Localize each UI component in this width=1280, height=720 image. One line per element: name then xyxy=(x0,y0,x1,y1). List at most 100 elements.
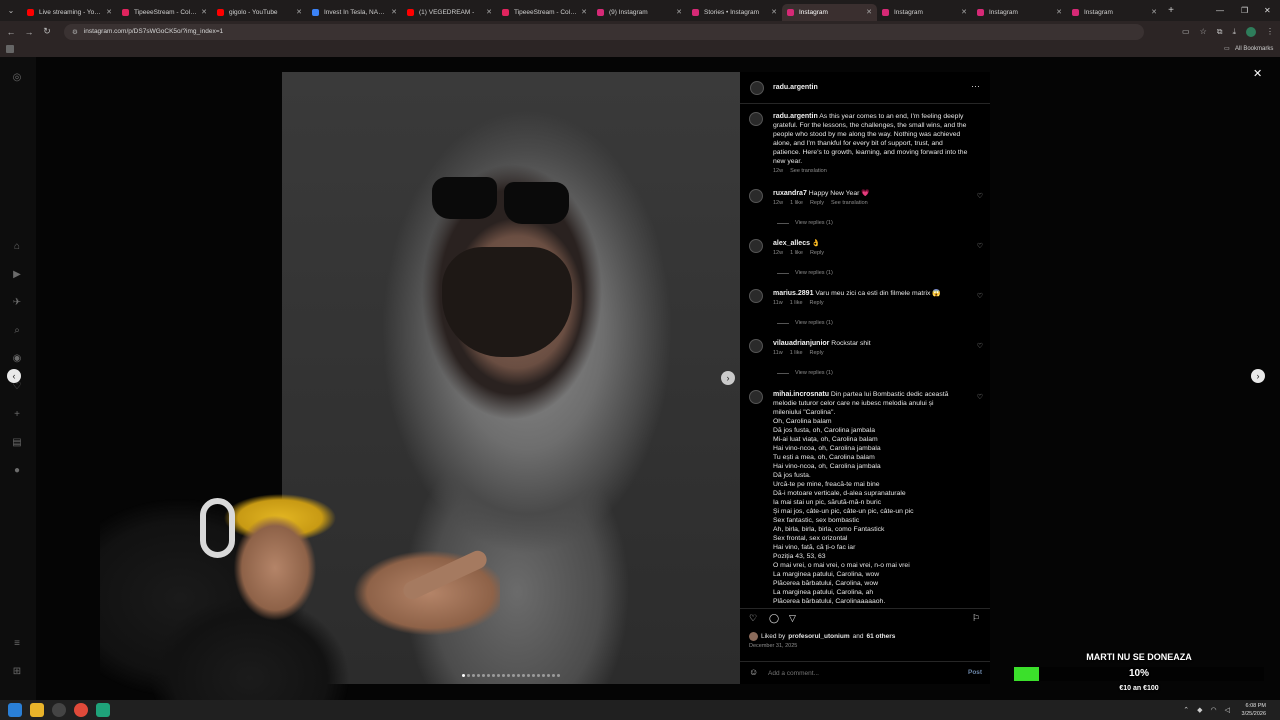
obs-icon[interactable] xyxy=(52,703,66,717)
like-comment-icon[interactable]: ♡ xyxy=(977,393,983,401)
tray-app-icon[interactable]: ◆ xyxy=(1197,706,1202,714)
reels-icon[interactable]: ▶ xyxy=(11,269,23,281)
profile-icon[interactable]: ● xyxy=(11,465,23,477)
comment-reply-link[interactable]: Reply xyxy=(810,250,824,256)
back-icon[interactable]: ← xyxy=(2,27,20,37)
taskbar-clock[interactable]: 6:08 PM 3/25/2026 xyxy=(1242,702,1266,718)
add-comment-input[interactable] xyxy=(768,668,948,679)
browser-tab[interactable]: Instagram ✕ xyxy=(1067,4,1162,21)
commenter-username[interactable]: mihai.incrosnatu xyxy=(773,391,829,398)
tab-close-icon[interactable]: ✕ xyxy=(961,8,967,16)
commenter-username[interactable]: marius.2891 xyxy=(773,290,813,297)
like-comment-icon[interactable]: ♡ xyxy=(977,292,983,300)
cast-icon[interactable]: ▭ xyxy=(1182,27,1190,36)
like-icon[interactable]: ♡ xyxy=(749,613,757,624)
tab-close-icon[interactable]: ✕ xyxy=(676,8,682,16)
all-bookmarks-link[interactable]: All Bookmarks xyxy=(1235,46,1273,52)
network-icon[interactable]: ◠ xyxy=(1211,706,1217,714)
minimize-icon[interactable]: — xyxy=(1216,0,1224,21)
commenter-avatar[interactable] xyxy=(749,189,763,203)
chrome-icon[interactable] xyxy=(74,703,88,717)
tab-close-icon[interactable]: ✕ xyxy=(1056,8,1062,16)
windows-start-icon[interactable] xyxy=(8,703,22,717)
comment-reply-link[interactable]: Reply xyxy=(810,200,824,206)
emoji-icon[interactable]: ☺ xyxy=(749,667,758,677)
home-icon[interactable]: ⌂ xyxy=(11,241,23,253)
menu-kebab-icon[interactable]: ⋮ xyxy=(1266,27,1274,36)
create-icon[interactable]: + xyxy=(11,409,23,421)
maximize-icon[interactable]: ❐ xyxy=(1241,0,1248,21)
browser-tab[interactable]: Stories • Instagram ✕ xyxy=(687,4,782,21)
view-replies-link[interactable]: View replies (1) xyxy=(777,220,833,226)
instagram-logo-icon[interactable]: ◎ xyxy=(11,72,23,84)
commenter-avatar[interactable] xyxy=(749,239,763,253)
next-post-icon[interactable]: › xyxy=(1251,369,1265,383)
bookmark-star-icon[interactable]: ☆ xyxy=(1200,27,1207,36)
like-comment-icon[interactable]: ♡ xyxy=(977,242,983,250)
caption-username[interactable]: radu.argentin xyxy=(773,113,818,120)
browser-tab[interactable]: Instagram ✕ xyxy=(877,4,972,21)
tab-close-icon[interactable]: ✕ xyxy=(201,8,207,16)
see-translation-link[interactable]: See translation xyxy=(790,168,827,174)
liked-by-others[interactable]: 61 others xyxy=(866,633,895,640)
author-avatar[interactable] xyxy=(750,80,764,95)
comment-likes[interactable]: 1 like xyxy=(790,250,803,256)
tab-close-icon[interactable]: ✕ xyxy=(486,8,492,16)
tab-close-icon[interactable]: ✕ xyxy=(296,8,302,16)
share-icon[interactable]: ▽ xyxy=(789,613,796,624)
more-menu-icon[interactable]: ≡ xyxy=(11,638,23,650)
volume-icon[interactable]: ◁ xyxy=(1225,706,1230,714)
download-icon[interactable]: ⤓ xyxy=(1232,27,1236,37)
tab-close-icon[interactable]: ✕ xyxy=(866,8,872,16)
browser-tab[interactable]: Invest In Tesla, NASDAQ✕ xyxy=(307,4,402,21)
close-modal-icon[interactable]: ✕ xyxy=(1253,67,1262,80)
browser-tab[interactable]: gigolo - YouTube ✕ xyxy=(212,4,307,21)
save-icon[interactable]: ⚐ xyxy=(972,613,980,624)
commenter-avatar[interactable] xyxy=(749,339,763,353)
reload-icon[interactable]: ↻ xyxy=(38,26,56,37)
profile-avatar[interactable] xyxy=(1246,26,1256,37)
browser-tab[interactable]: (1) VEGEDREAM - ✕ xyxy=(402,4,497,21)
new-tab-button[interactable]: + xyxy=(1162,5,1180,16)
tab-close-icon[interactable]: ✕ xyxy=(106,8,112,16)
author-avatar[interactable] xyxy=(749,112,763,126)
commenter-avatar[interactable] xyxy=(749,390,763,404)
browser-tab[interactable]: Live streaming - YouTube ✕ xyxy=(22,4,117,21)
liked-by-user[interactable]: profesorul_utonium xyxy=(788,633,849,640)
previous-post-icon[interactable]: ‹ xyxy=(7,369,21,383)
tab-close-icon[interactable]: ✕ xyxy=(391,8,397,16)
url-field[interactable]: ⚙ instagram.com/p/DS7sWGoCK5o/?img_index… xyxy=(64,23,1144,40)
commenter-username[interactable]: vilauadrianjunior xyxy=(773,340,829,347)
tray-chevron-icon[interactable]: ⌃ xyxy=(1183,706,1189,714)
comment-reply-link[interactable]: Reply xyxy=(810,300,824,306)
view-replies-link[interactable]: View replies (1) xyxy=(777,320,833,326)
file-explorer-icon[interactable] xyxy=(30,703,44,717)
tab-search-icon[interactable]: ⌄ xyxy=(0,0,22,21)
commenter-username[interactable]: alex_allecs xyxy=(773,240,810,247)
site-info-icon[interactable]: ⚙ xyxy=(72,28,78,36)
dashboard-icon[interactable]: ▤ xyxy=(11,437,23,449)
comment-likes[interactable]: 1 like xyxy=(790,300,803,306)
explore-icon[interactable]: ◉ xyxy=(11,353,23,365)
forward-icon[interactable]: → xyxy=(20,27,38,37)
browser-tab[interactable]: Instagram ✕ xyxy=(782,3,877,21)
view-replies-link[interactable]: View replies (1) xyxy=(777,270,833,276)
view-replies-link[interactable]: View replies (1) xyxy=(777,370,833,376)
carousel-next-icon[interactable]: › xyxy=(721,371,735,385)
like-comment-icon[interactable]: ♡ xyxy=(977,342,983,350)
tab-close-icon[interactable]: ✕ xyxy=(771,8,777,16)
browser-tab[interactable]: (9) Instagram ✕ xyxy=(592,4,687,21)
post-button[interactable]: Post xyxy=(968,669,982,676)
app-icon[interactable] xyxy=(96,703,110,717)
see-translation-link[interactable]: See translation xyxy=(831,200,868,206)
apps-icon[interactable] xyxy=(6,45,14,53)
browser-tab[interactable]: Instagram ✕ xyxy=(972,4,1067,21)
folder-icon[interactable]: ▭ xyxy=(1224,45,1230,52)
comment-likes[interactable]: 1 like xyxy=(790,200,803,206)
comment-likes[interactable]: 1 like xyxy=(790,350,803,356)
browser-tab[interactable]: TipeeeStream - Collection ✕ xyxy=(497,4,592,21)
meta-icon[interactable]: ⊞ xyxy=(11,666,23,678)
author-username[interactable]: radu.argentin xyxy=(773,84,818,91)
comment-reply-link[interactable]: Reply xyxy=(810,350,824,356)
commenter-avatar[interactable] xyxy=(749,289,763,303)
